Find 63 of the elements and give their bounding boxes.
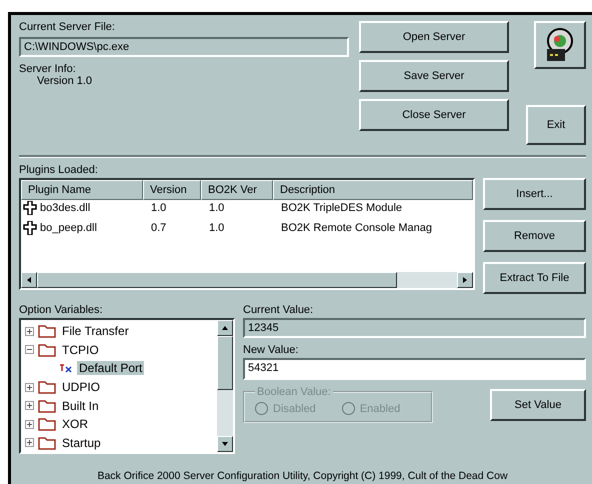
table-cell-text: 1.0 bbox=[208, 222, 226, 234]
version-text: Version 1.0 bbox=[36, 75, 94, 87]
section-label: Plugins Loaded: bbox=[19, 164, 99, 176]
collapse-icon[interactable] bbox=[25, 345, 34, 354]
table-cell: bo3des.dll bbox=[21, 201, 143, 215]
plug-icon bbox=[23, 201, 37, 215]
new-value-field[interactable]: 54321 bbox=[243, 358, 586, 380]
tree-item[interactable]: XOR bbox=[60, 417, 90, 432]
tree-item[interactable]: Built In bbox=[60, 398, 101, 413]
folder-icon bbox=[38, 436, 56, 450]
left-arrow-icon bbox=[26, 277, 32, 283]
vertical-scrollbar[interactable] bbox=[217, 320, 233, 452]
column-header[interactable]: Description bbox=[273, 180, 473, 200]
server-button[interactable]: Open Server bbox=[359, 21, 509, 53]
right-arrow-icon bbox=[462, 277, 468, 283]
folder-icon bbox=[38, 398, 56, 413]
up-arrow-icon bbox=[222, 325, 228, 331]
server-file-field[interactable]: C:\WINDOWS\pc.exe bbox=[19, 37, 349, 57]
plug-icon bbox=[23, 221, 37, 235]
field-label: Current Value: bbox=[243, 304, 314, 316]
plugin-list[interactable]: Plugin Name Version BO2K Ver Description bo3des.dll 1.0 1.0 BO2K TripleDES Module bo_peep.dll 0.7 1.0 BO2K Remote Console Manag bbox=[19, 178, 475, 290]
plugin-button[interactable]: Insert... bbox=[483, 178, 586, 210]
table-cell-text: BO2K Remote Console Manag bbox=[280, 222, 434, 234]
column-header[interactable]: BO2K Ver bbox=[201, 180, 273, 200]
table-cell-text: BO2K TripleDES Module bbox=[280, 202, 404, 214]
exit-button[interactable]: Exit bbox=[526, 105, 586, 145]
variable-icon bbox=[59, 363, 73, 374]
plugin-button[interactable]: Remove bbox=[483, 220, 586, 252]
folder-icon bbox=[38, 342, 56, 357]
plugin-button[interactable]: Extract To File bbox=[483, 262, 586, 294]
logo-button[interactable] bbox=[534, 21, 586, 69]
group-label: Boolean Value: bbox=[256, 386, 332, 398]
section-label: Option Variables: bbox=[19, 304, 104, 316]
down-arrow-icon bbox=[222, 441, 228, 447]
expand-icon[interactable] bbox=[25, 401, 34, 410]
expand-icon[interactable] bbox=[25, 326, 34, 336]
field-label: Current Server File: bbox=[19, 21, 116, 33]
folder-icon bbox=[38, 380, 56, 394]
column-header[interactable]: Plugin Name bbox=[21, 180, 143, 200]
table-cell-text: 1.0 bbox=[150, 202, 168, 214]
set-value-button[interactable]: Set Value bbox=[490, 388, 586, 420]
current-value-field: 12345 bbox=[243, 318, 586, 338]
status-text: Back Orifice 2000 Server Configuration Utility, Copyright (C) 1999, Cult of the Dead Cow bbox=[96, 469, 509, 484]
field-label: New Value: bbox=[243, 344, 300, 356]
folder-icon bbox=[38, 417, 56, 432]
section-label: Server Info: bbox=[19, 63, 77, 75]
server-button[interactable]: Close Server bbox=[359, 99, 509, 131]
expand-icon[interactable] bbox=[25, 382, 34, 392]
tree-item[interactable]: Startup bbox=[60, 436, 103, 450]
server-button[interactable]: Save Server bbox=[359, 60, 509, 92]
tree-item[interactable]: File Transfer bbox=[60, 324, 131, 338]
tree-item[interactable]: Default Port bbox=[77, 361, 144, 376]
table-cell-text: 0.7 bbox=[150, 222, 168, 234]
horizontal-scrollbar[interactable] bbox=[21, 272, 473, 288]
tree-item[interactable]: TCPIO bbox=[60, 342, 101, 357]
table-cell-text: 1.0 bbox=[208, 202, 226, 214]
folder-icon bbox=[38, 324, 56, 338]
expand-icon[interactable] bbox=[25, 420, 34, 429]
table-cell: bo_peep.dll bbox=[21, 221, 143, 235]
column-header[interactable]: Version bbox=[143, 180, 201, 200]
expand-icon[interactable] bbox=[25, 438, 34, 448]
option-tree[interactable]: File Transfer TCPIO Default Port UDPIO Built In XOR Startup bbox=[19, 318, 235, 454]
tree-item[interactable]: UDPIO bbox=[60, 380, 102, 394]
